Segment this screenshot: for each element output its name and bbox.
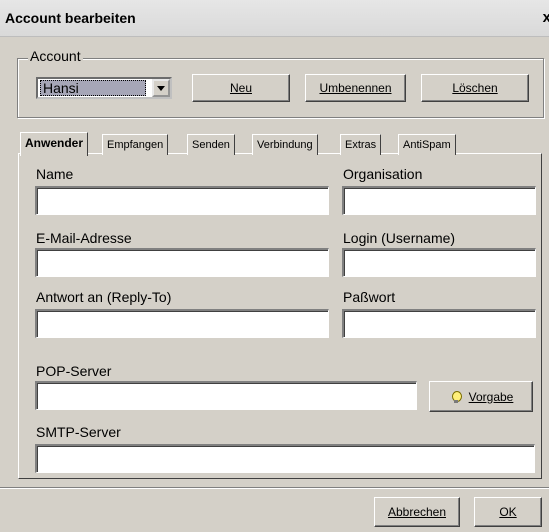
new-account-button[interactable]: Neu	[192, 74, 290, 102]
organisation-label: Organisation	[343, 166, 423, 182]
email-field[interactable]	[35, 248, 329, 277]
account-select-value: Hansi	[40, 80, 146, 96]
account-edit-dialog: Account bearbeiten x Account Hansi Neu U…	[0, 0, 549, 532]
account-group-label: Account	[28, 48, 83, 64]
password-field[interactable]	[342, 309, 536, 338]
reply-to-label: Antwort an (Reply-To)	[36, 289, 172, 305]
email-label: E-Mail-Adresse	[36, 230, 132, 246]
window-title: Account bearbeiten	[5, 10, 136, 26]
tab-anwender[interactable]: Anwender	[20, 132, 89, 156]
ok-button[interactable]: OK	[474, 497, 542, 527]
tab-senden[interactable]: Senden	[187, 134, 235, 155]
rename-account-button[interactable]: Umbenennen	[305, 74, 406, 102]
chevron-down-icon[interactable]	[152, 79, 170, 97]
close-icon[interactable]: x	[543, 9, 549, 26]
tab-empfangen[interactable]: Empfangen	[102, 134, 169, 155]
tab-antispam[interactable]: AntiSpam	[398, 134, 456, 155]
password-label: Paßwort	[343, 289, 396, 305]
login-field[interactable]	[342, 248, 536, 277]
delete-account-button[interactable]: Löschen	[421, 74, 529, 102]
footer-divider	[0, 487, 549, 489]
tab-verbindung[interactable]: Verbindung	[252, 134, 318, 155]
lightbulb-icon	[449, 390, 463, 404]
account-select[interactable]: Hansi	[36, 77, 172, 99]
smtp-server-field[interactable]	[35, 444, 535, 473]
name-field[interactable]	[35, 186, 329, 215]
title-bar: Account bearbeiten x	[0, 0, 549, 37]
smtp-server-label: SMTP-Server	[36, 424, 121, 440]
name-label: Name	[36, 166, 74, 182]
pop-server-label: POP-Server	[36, 363, 112, 379]
tab-extras[interactable]: Extras	[340, 134, 382, 155]
cancel-button[interactable]: Abbrechen	[374, 497, 460, 527]
pop-server-field[interactable]	[35, 381, 417, 410]
login-label: Login (Username)	[343, 230, 456, 246]
organisation-field[interactable]	[342, 186, 536, 215]
reply-to-field[interactable]	[35, 309, 329, 338]
default-button[interactable]: Vorgabe	[429, 381, 533, 412]
